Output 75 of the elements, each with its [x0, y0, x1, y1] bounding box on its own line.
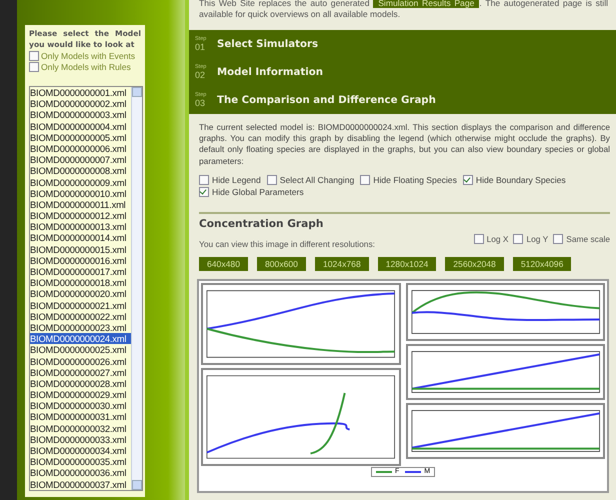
- list-item[interactable]: BIOMD0000000031.xml: [30, 411, 131, 423]
- section-heading: Concentration Graph: [199, 218, 324, 230]
- list-item[interactable]: BIOMD0000000013.xml: [30, 221, 131, 232]
- checkbox[interactable]: [462, 175, 473, 186]
- resolution-button[interactable]: 2560x2048: [445, 256, 504, 271]
- list-item[interactable]: BIOMD0000000025.xml: [30, 344, 131, 356]
- list-item[interactable]: BIOMD0000000037.xml: [30, 478, 131, 490]
- resolution-button[interactable]: 640x480: [199, 256, 248, 271]
- list-item[interactable]: BIOMD0000000009.xml: [30, 176, 131, 188]
- list-item[interactable]: BIOMD0000000014.xml: [30, 232, 131, 244]
- list-item[interactable]: BIOMD0000000021.xml: [30, 300, 131, 311]
- list-item[interactable]: BIOMD0000000008.xml: [30, 165, 131, 176]
- scrollbar[interactable]: [131, 87, 142, 490]
- checkbox-label: Select All Changing: [280, 175, 354, 186]
- step-number: 01: [195, 42, 206, 52]
- list-item[interactable]: BIOMD0000000010.xml: [30, 188, 131, 199]
- resolution-button[interactable]: 5120x4096: [512, 256, 572, 271]
- checkbox-label: Hide Global Parameters: [212, 187, 304, 198]
- checkbox[interactable]: [513, 234, 524, 244]
- checkbox-label: Only Models with Rules: [41, 62, 131, 72]
- description-text: The current selected model is: BIOMD0000000024.xml. This section displays the comparison and difference graphs. You can modify this graph by disabling the legend (which otherwise might occlude the graphs). By default only floating species are displayed in the graphs, but you can also view boundary species or global parameters:: [199, 122, 610, 167]
- list-item[interactable]: BIOMD0000000027.xml: [30, 366, 131, 378]
- list-item[interactable]: BIOMD0000000017.xml: [30, 266, 131, 278]
- list-item[interactable]: BIOMD0000000007.xml: [30, 154, 131, 166]
- list-item[interactable]: BIOMD0000000012.xml: [30, 210, 131, 222]
- checkbox-label: Log X: [486, 234, 508, 244]
- list-item[interactable]: BIOMD0000000035.xml: [30, 456, 131, 468]
- checkbox[interactable]: [474, 234, 484, 244]
- list-item[interactable]: BIOMD0000000026.xml: [30, 356, 131, 367]
- checkbox-label: Only Models with Events: [41, 50, 136, 60]
- model-listbox[interactable]: [29, 86, 143, 491]
- checkbox-label: Hide Legend: [212, 175, 261, 186]
- list-item[interactable]: BIOMD0000000020.xml: [30, 288, 131, 300]
- hint-text: You can view this image in different resolutions:: [199, 238, 375, 249]
- checkbox-label: Hide Floating Species: [373, 175, 457, 186]
- checkbox[interactable]: [199, 175, 209, 186]
- list-item[interactable]: BIOMD0000000034.xml: [30, 445, 131, 456]
- list-item[interactable]: BIOMD0000000036.xml: [30, 467, 131, 479]
- list-item[interactable]: BIOMD0000000033.xml: [30, 434, 131, 445]
- list-item[interactable]: BIOMD0000000018.xml: [30, 277, 131, 288]
- step-title: Select Simulators: [217, 38, 318, 50]
- checkbox[interactable]: [360, 175, 370, 186]
- checkbox[interactable]: [29, 50, 39, 60]
- list-item[interactable]: BIOMD0000000029.xml: [30, 389, 131, 400]
- list-item[interactable]: BIOMD0000000004.xml: [30, 120, 131, 132]
- list-item[interactable]: BIOMD0000000022.xml: [30, 310, 131, 322]
- list-item[interactable]: BIOMD0000000028.xml: [30, 378, 131, 390]
- checkbox[interactable]: [199, 187, 209, 198]
- list-item[interactable]: BIOMD0000000003.xml: [30, 109, 131, 121]
- resolution-button[interactable]: 1280x1024: [378, 256, 436, 271]
- checkbox[interactable]: [553, 234, 564, 244]
- list-item[interactable]: BIOMD0000000001.xml: [30, 87, 131, 98]
- checkbox-label: Log Y: [526, 234, 548, 244]
- list-item[interactable]: BIOMD0000000002.xml: [30, 98, 131, 110]
- list-item[interactable]: BIOMD0000000011.xml: [30, 198, 131, 210]
- list-item[interactable]: BIOMD0000000023.xml: [30, 322, 131, 334]
- checkbox-label: Hide Boundary Species: [476, 175, 566, 186]
- checkbox-label: Same scale: [566, 234, 610, 244]
- list-item[interactable]: BIOMD0000000006.xml: [30, 142, 131, 154]
- checkbox[interactable]: [266, 175, 277, 186]
- step-number: 03: [195, 98, 206, 108]
- step-title: The Comparison and Difference Graph: [217, 94, 436, 106]
- list-item[interactable]: BIOMD0000000032.xml: [30, 422, 131, 434]
- step-title: Model Information: [217, 66, 323, 78]
- list-item[interactable]: BIOMD0000000015.xml: [30, 244, 131, 255]
- step-number: 02: [195, 70, 206, 80]
- list-item[interactable]: BIOMD0000000024.xml: [30, 333, 131, 344]
- list-item[interactable]: BIOMD0000000030.xml: [30, 400, 131, 412]
- list-item[interactable]: BIOMD0000000016.xml: [30, 254, 131, 266]
- intro-text: This Web Site replaces the auto generated Simulation Results Page . The autogenerated page is still available for quick overviews on all available models.: [198, 0, 610, 20]
- list-item[interactable]: BIOMD0000000005.xml: [30, 132, 131, 143]
- resolution-button[interactable]: 1024x768: [314, 256, 369, 271]
- results-page-link[interactable]: Simulation Results Page: [373, 0, 480, 8]
- resolution-button[interactable]: 800x600: [256, 256, 306, 271]
- checkbox[interactable]: [29, 62, 39, 72]
